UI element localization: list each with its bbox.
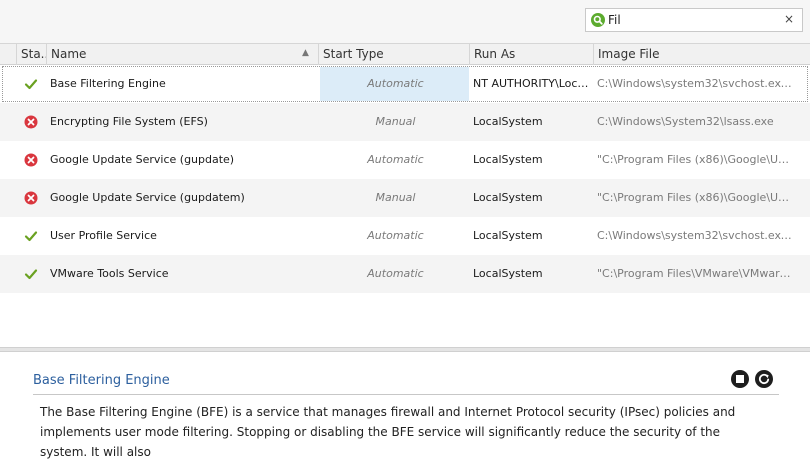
table-row[interactable]: Google Update Service (gupdate) Automati… (0, 141, 810, 179)
service-run-as: NT AUTHORITY\LocalS... (473, 77, 593, 90)
column-header-start-type[interactable]: Start Type (318, 44, 469, 65)
service-name: VMware Tools Service (50, 267, 169, 280)
details-divider (33, 394, 779, 395)
toolbar: Fil × (0, 0, 810, 43)
restart-icon (758, 373, 770, 385)
search-input[interactable]: Fil (608, 13, 621, 27)
table-row[interactable]: Google Update Service (gupdatem) Manual … (0, 179, 810, 217)
service-name: User Profile Service (50, 229, 157, 242)
service-start-type: Automatic (367, 153, 424, 166)
details-pane: Base Filtering Engine The Base Filtering… (0, 352, 810, 471)
column-header-name[interactable]: Name (46, 44, 318, 65)
stopped-error-icon (24, 153, 38, 167)
service-run-as: LocalSystem (473, 267, 543, 280)
running-check-icon (24, 231, 38, 242)
table-header: Sta... Name ▲ Start Type Run As Image Fi… (0, 43, 810, 65)
service-image-file: "C:\Program Files (x86)\Google\Upd... (597, 191, 793, 204)
search-box[interactable]: Fil × (585, 8, 803, 32)
service-start-type: Automatic (367, 229, 424, 242)
column-header-image-file[interactable]: Image File (593, 44, 793, 65)
details-title: Base Filtering Engine (33, 373, 170, 388)
stopped-error-icon (24, 115, 38, 129)
service-name: Encrypting File System (EFS) (50, 115, 208, 128)
search-icon (591, 13, 605, 27)
column-header-status[interactable]: Sta... (16, 44, 46, 65)
service-start-type: Manual (375, 115, 416, 128)
service-name: Base Filtering Engine (50, 77, 166, 90)
service-run-as: LocalSystem (473, 191, 543, 204)
service-image-file: "C:\Program Files (x86)\Google\Upd... (597, 153, 793, 166)
running-check-icon (24, 269, 38, 280)
services-table: Base Filtering Engine Automatic NT AUTHO… (0, 65, 810, 347)
service-run-as: LocalSystem (473, 115, 543, 128)
stop-service-button[interactable] (731, 370, 749, 388)
sort-ascending-icon: ▲ (302, 48, 309, 58)
service-image-file: "C:\Program Files\VMware\VMware ... (597, 267, 793, 280)
service-start-type: Automatic (367, 77, 424, 90)
details-description: The Base Filtering Engine (BFE) is a ser… (40, 405, 736, 459)
service-start-type: Automatic (367, 267, 424, 280)
service-image-file: C:\Windows\system32\svchost.exe -... (597, 77, 793, 90)
clear-search-icon[interactable]: × (784, 12, 794, 26)
table-row[interactable]: VMware Tools Service Automatic LocalSyst… (0, 255, 810, 293)
service-start-type: Manual (375, 191, 416, 204)
service-image-file: C:\Windows\System32\lsass.exe (597, 115, 774, 128)
stopped-error-icon (24, 191, 38, 205)
running-check-icon (24, 79, 38, 90)
service-run-as: LocalSystem (473, 229, 543, 242)
service-image-file: C:\Windows\system32\svchost.exe -... (597, 229, 793, 242)
table-row[interactable]: Encrypting File System (EFS) Manual Loca… (0, 103, 810, 141)
restart-service-button[interactable] (755, 370, 773, 388)
service-name: Google Update Service (gupdatem) (50, 191, 245, 204)
service-run-as: LocalSystem (473, 153, 543, 166)
service-name: Google Update Service (gupdate) (50, 153, 235, 166)
table-row[interactable]: User Profile Service Automatic LocalSyst… (0, 217, 810, 255)
table-row[interactable]: Base Filtering Engine Automatic NT AUTHO… (0, 65, 810, 103)
column-header-run-as[interactable]: Run As (469, 44, 593, 65)
